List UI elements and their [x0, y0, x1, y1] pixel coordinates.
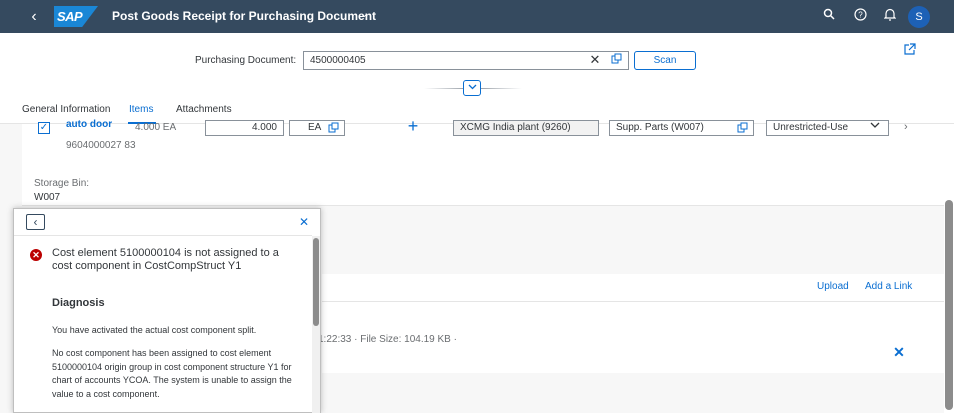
popover-divider — [14, 235, 312, 236]
upload-link[interactable]: Upload — [817, 281, 849, 292]
app-title[interactable]: Post Goods Receipt for Purchasing Docume… — [112, 9, 376, 23]
scan-button[interactable]: Scan — [634, 51, 696, 70]
tab-general-information[interactable]: General Information — [22, 104, 110, 115]
diagnosis-paragraph-1: You have activated the actual cost compo… — [52, 325, 257, 335]
storage-location-input[interactable]: Supp. Parts (W007) — [609, 120, 754, 136]
search-icon[interactable] — [821, 8, 837, 24]
purchasing-document-label: Purchasing Document: — [195, 55, 297, 66]
storage-bin-value: W007 — [34, 192, 61, 203]
attachments-divider — [322, 301, 944, 302]
unit-value-help-icon[interactable] — [328, 122, 339, 134]
diagnosis-paragraph-2: No cost component has been assigned to c… — [52, 348, 292, 399]
tab-items[interactable]: Items — [129, 104, 153, 115]
items-panel — [22, 124, 944, 206]
attachments-list — [322, 274, 944, 373]
item-checkbox[interactable]: ✓ — [38, 122, 50, 134]
attachment-file-meta: 1:22:33 · File Size: 104.19 KB · — [318, 334, 457, 345]
purchasing-document-input[interactable] — [303, 51, 629, 70]
clear-icon[interactable]: ✕ — [589, 53, 601, 67]
logo-text: SAP — [57, 9, 83, 24]
value-help-icon[interactable] — [611, 53, 623, 67]
close-icon[interactable]: ✕ — [298, 216, 310, 228]
message-title: Cost element 5100000104 is not assigned … — [52, 247, 279, 272]
item-ordered-quantity: 4.000 EA — [135, 122, 177, 133]
svg-text:?: ? — [858, 11, 863, 20]
tab-attachments[interactable]: Attachments — [176, 104, 232, 115]
popover-scrollbar-thumb[interactable] — [313, 238, 319, 326]
chevron-down-icon[interactable] — [870, 121, 880, 132]
add-icon[interactable]: + — [405, 117, 421, 135]
delete-attachment-icon[interactable]: ✕ — [892, 345, 906, 359]
storage-location-value-help-icon[interactable] — [737, 122, 748, 134]
item-material-number: 9604000027 83 — [66, 140, 136, 151]
plant-field: XCMG India plant (9260) — [453, 120, 599, 136]
user-avatar[interactable]: S — [908, 6, 930, 28]
add-link-link[interactable]: Add a Link — [865, 281, 912, 292]
shell-bar: ‹ SAP Post Goods Receipt for Purchasing … — [0, 0, 954, 33]
storage-bin-label: Storage Bin: — [34, 178, 90, 189]
help-icon[interactable]: ? — [852, 8, 868, 24]
page-scrollbar-thumb[interactable] — [945, 200, 953, 410]
notification-bell-icon[interactable] — [882, 8, 898, 24]
back-icon[interactable]: ‹ — [26, 8, 42, 25]
back-button[interactable]: ‹ — [26, 214, 45, 230]
sap-logo[interactable]: SAP — [54, 6, 98, 27]
error-icon: ✕ — [30, 249, 42, 261]
quantity-input[interactable]: 4.000 — [205, 120, 284, 136]
item-name-link[interactable]: auto door — [66, 119, 112, 130]
row-navigation-icon[interactable]: › — [904, 121, 908, 133]
collapse-header-button[interactable] — [463, 80, 481, 96]
share-icon[interactable] — [904, 43, 918, 57]
chevron-down-icon[interactable]: ⌄ — [360, 9, 368, 20]
diagnosis-heading: Diagnosis — [52, 297, 105, 309]
